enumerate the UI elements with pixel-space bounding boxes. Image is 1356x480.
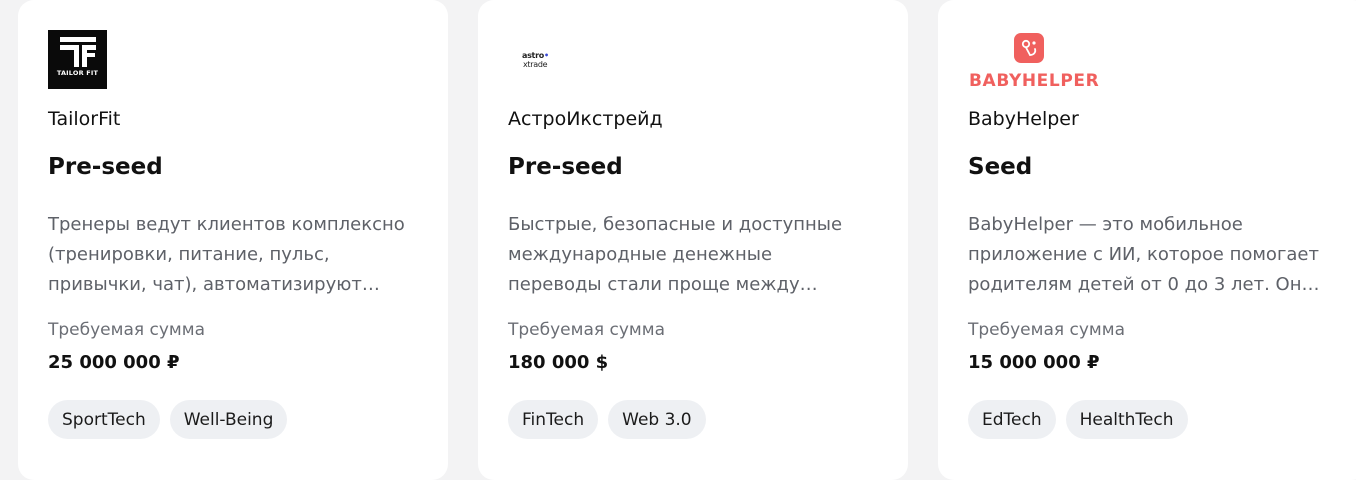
startup-stage: Seed bbox=[968, 154, 1033, 180]
startup-name: TailorFit bbox=[48, 108, 121, 130]
startup-cards-row: TAILOR FIT TailorFit Pre-seed Тренеры ве… bbox=[0, 0, 1356, 480]
astroxtrade-logo-icon: astro• xtrade bbox=[508, 30, 568, 90]
astroxtrade-logo-dot: • bbox=[543, 50, 549, 60]
startup-card-babyhelper[interactable]: BABYHELPER BabyHelper Seed BabyHelper — … bbox=[938, 0, 1356, 480]
tag[interactable]: Web 3.0 bbox=[608, 400, 706, 439]
tag-list: FinTech Web 3.0 bbox=[508, 400, 706, 439]
startup-description: Тренеры ведут клиентов комплексно (трени… bbox=[48, 214, 405, 295]
tag-list: SportTech Well-Being bbox=[48, 400, 288, 439]
astroxtrade-logo-text-1: astro bbox=[522, 50, 544, 60]
amount-value: 25 000 000 ₽ bbox=[48, 352, 180, 373]
startup-stage: Pre-seed bbox=[508, 154, 623, 180]
tag[interactable]: Well-Being bbox=[169, 400, 288, 439]
startup-description: BabyHelper — это мобильное приложение с … bbox=[968, 214, 1320, 295]
tailorfit-logo-icon: TAILOR FIT bbox=[48, 30, 107, 89]
amount-label: Требуемая сумма bbox=[508, 320, 665, 340]
startup-card-tailorfit[interactable]: TAILOR FIT TailorFit Pre-seed Тренеры ве… bbox=[18, 0, 448, 480]
startup-card-astroxtrade[interactable]: astro• xtrade АстроИкстрейд Pre-seed Быс… bbox=[478, 0, 908, 480]
babyhelper-logo-text: BABYHELPER bbox=[969, 71, 1100, 91]
startup-name: АстроИкстрейд bbox=[508, 108, 663, 130]
tailorfit-logo-text: TAILOR FIT bbox=[56, 69, 99, 77]
tag[interactable]: FinTech bbox=[508, 400, 599, 439]
startup-stage: Pre-seed bbox=[48, 154, 163, 180]
tag[interactable]: HealthTech bbox=[1065, 400, 1188, 439]
babyhelper-mark-icon bbox=[1014, 33, 1044, 63]
amount-label: Требуемая сумма bbox=[48, 320, 205, 340]
amount-value: 180 000 $ bbox=[508, 352, 609, 373]
tag[interactable]: SportTech bbox=[48, 400, 160, 439]
tailorfit-logo-mark bbox=[59, 37, 96, 67]
amount-value: 15 000 000 ₽ bbox=[968, 352, 1100, 373]
babyhelper-logo-icon: BABYHELPER bbox=[968, 30, 1108, 91]
startup-description: Быстрые, безопасные и доступные междунар… bbox=[508, 214, 843, 295]
startup-name: BabyHelper bbox=[968, 108, 1079, 130]
astroxtrade-logo-text-2: xtrade bbox=[523, 59, 548, 69]
tag[interactable]: EdTech bbox=[968, 400, 1056, 439]
amount-label: Требуемая сумма bbox=[968, 320, 1125, 340]
tag-list: EdTech HealthTech bbox=[968, 400, 1188, 439]
